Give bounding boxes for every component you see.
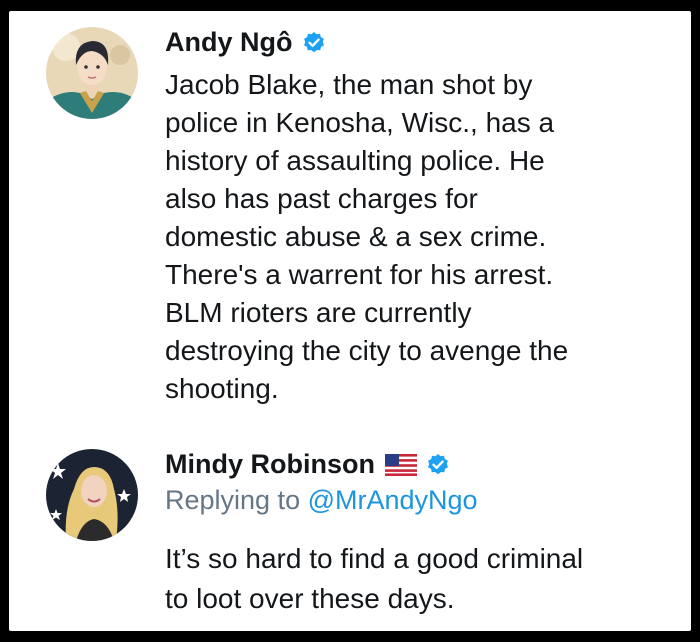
avatar-andy-ngo[interactable] [46, 27, 138, 119]
display-name[interactable]: Mindy Robinson [165, 449, 375, 480]
us-flag-icon [384, 453, 417, 476]
verified-badge-icon [302, 31, 326, 55]
replying-to-label: Replying to [165, 485, 308, 515]
author-name-row: Andy Ngô [165, 27, 326, 58]
replying-to: Replying to @MrAndyNgo [165, 485, 478, 516]
avatar-mindy-robinson[interactable] [46, 449, 138, 541]
tweet-line: It’s so hard to find a good criminal [165, 543, 584, 574]
tweet-line: destroying the city to avenge the [165, 335, 569, 366]
tweet-line: history of assaulting police. He [165, 145, 545, 176]
tweet-line: police in Kenosha, Wisc., has a [165, 107, 555, 138]
tweet-card: Andy Ngô Jacob Blake, the man shot by po… [9, 11, 691, 631]
tweet-line: shooting. [165, 373, 279, 404]
tweet-text: It’s so hard to find a good criminal to … [165, 539, 583, 619]
tweet-line: There's a warrent for his arrest. [165, 259, 554, 290]
display-name[interactable]: Andy Ngô [165, 27, 293, 58]
tweet-line: also has past charges for [165, 183, 478, 214]
mention-link[interactable]: @MrAndyNgo [308, 485, 478, 515]
tweet-line: BLM rioters are currently [165, 297, 472, 328]
tweet-line: to loot over these days. [165, 583, 455, 614]
tweet-line: domestic abuse & a sex crime. [165, 221, 547, 252]
tweet-text: Jacob Blake, the man shot by police in K… [165, 66, 568, 408]
author-name-row: Mindy Robinson [165, 449, 450, 480]
verified-badge-icon [426, 453, 450, 477]
tweet-line: Jacob Blake, the man shot by [165, 69, 533, 100]
